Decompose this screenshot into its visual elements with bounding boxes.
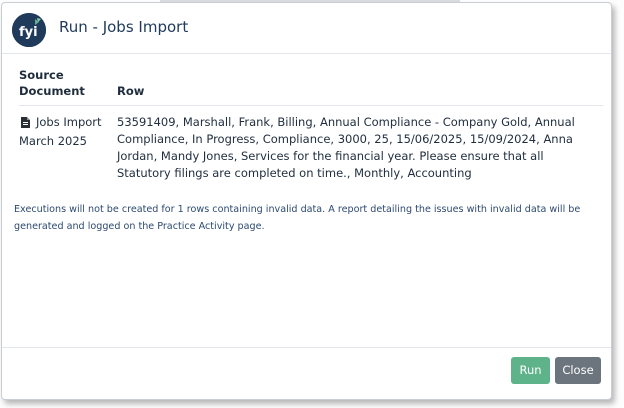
fyi-logo-icon: fyi xyxy=(12,13,46,47)
run-jobs-import-dialog: fyi Run - Jobs Import Source Document Ro… xyxy=(1,2,612,400)
table-header-divider xyxy=(19,105,603,106)
invalid-data-notice: Executions will not be created for 1 row… xyxy=(14,204,581,232)
dialog-title: Run - Jobs Import xyxy=(59,18,189,36)
logo-text: fyi xyxy=(19,25,38,40)
dialog-header: fyi Run - Jobs Import xyxy=(2,3,611,54)
column-header-source-document: Source Document xyxy=(19,68,85,98)
column-header-row: Row xyxy=(117,84,145,98)
row-data-cell: 53591409, Marshall, Frank, Billing, Annu… xyxy=(117,115,575,180)
source-document-name: Jobs Import March 2025 xyxy=(19,115,102,148)
close-button[interactable]: Close xyxy=(555,357,601,384)
run-button[interactable]: Run xyxy=(511,357,550,384)
file-icon xyxy=(21,116,30,133)
source-document-cell: Jobs Import March 2025 xyxy=(19,114,109,150)
footer-divider xyxy=(2,347,611,348)
page: fyi Run - Jobs Import Source Document Ro… xyxy=(0,0,624,408)
